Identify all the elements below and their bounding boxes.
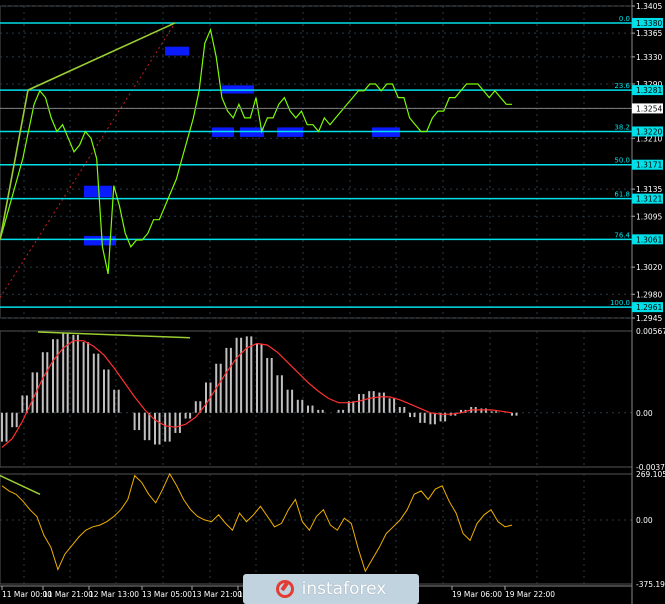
cci-axis-label: 269.105 — [636, 470, 665, 479]
chart-stage: 0.0 23.6 38.2 50.0 61.8 76.4 100.0 0.00567 0.00… — [0, 0, 665, 604]
time-axis-label: 19 Mar 06:00 — [452, 590, 502, 599]
current-price-label: 1.3254 — [636, 104, 662, 113]
instaforex-logo: instaforex — [243, 574, 419, 604]
fib-price-label: 1.2961 — [636, 303, 662, 312]
fib-level-label: 50.0 — [614, 157, 630, 165]
fib-level-label: 76.4 — [614, 231, 630, 239]
time-axis-label: 11 Mar 21:00 — [43, 590, 93, 599]
time-axis-label: 12 Mar 13:00 — [89, 590, 139, 599]
fib-level-label: 61.8 — [614, 191, 630, 199]
watermark-text: instaforex — [301, 579, 387, 599]
cci-axis-label: 0.00 — [636, 516, 653, 525]
fib-price-label: 1.3121 — [636, 195, 662, 204]
price-axis-label: 1.3330 — [636, 53, 662, 62]
fib-price-label: 1.3220 — [636, 127, 662, 136]
price-axis-label: 1.2980 — [636, 290, 662, 299]
time-axis-label: 13 Mar 05:00 — [142, 590, 192, 599]
price-axis-label: 1.3365 — [636, 29, 662, 38]
price-axis-label: 1.2945 — [636, 314, 662, 323]
price-axis-label: 1.3020 — [636, 263, 662, 272]
support-zone — [84, 235, 116, 246]
fib-level-label: 38.2 — [614, 123, 630, 131]
cci-axis-label: -375.197 — [636, 580, 665, 589]
macd-axis-label: 0.00 — [636, 409, 653, 418]
fib-price-label: 1.3171 — [636, 161, 662, 170]
time-axis-label: 13 Mar 21:00 — [192, 590, 242, 599]
time-axis-label: 19 Mar 22:00 — [505, 590, 555, 599]
fib-price-label: 1.3281 — [636, 86, 662, 95]
price-axis-label: 1.3095 — [636, 212, 662, 221]
fib-price-label: 1.3380 — [636, 19, 662, 28]
fib-level-label: 0.0 — [619, 15, 630, 23]
instaforex-logo-icon — [275, 580, 294, 598]
price-axis-label: 1.3135 — [636, 185, 662, 194]
macd-axis-label: 0.00567 — [636, 327, 665, 336]
fib-level-label: 100.0 — [610, 299, 630, 307]
fib-level-label: 23.6 — [614, 82, 630, 90]
price-axis-label: 1.3405 — [636, 2, 662, 11]
support-zone — [165, 46, 189, 56]
fib-price-label: 1.3061 — [636, 235, 662, 244]
